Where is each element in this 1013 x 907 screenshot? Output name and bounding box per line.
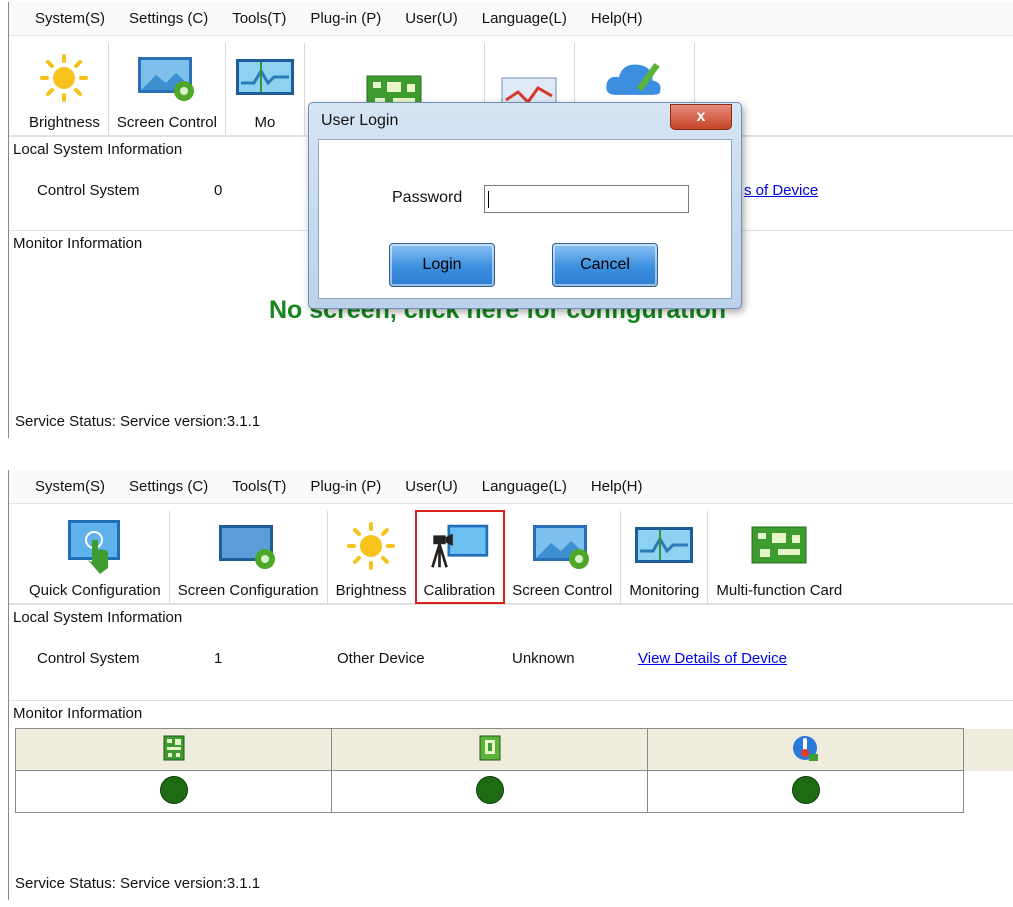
menu-plugin[interactable]: Plug-in (P) [298, 10, 393, 27]
control-system-value: 0 [214, 181, 223, 199]
control-system-row: Control System 1 Other Device Unknown Vi… [9, 638, 1013, 678]
screen-control-icon [531, 520, 593, 572]
screen-control-button[interactable]: Screen Control [504, 511, 622, 603]
monitoring-icon [633, 520, 695, 572]
status-ok-indicator [791, 775, 820, 804]
service-status: Service Status: Service version:3.1.1 [15, 875, 261, 892]
control-system-label: Control System [37, 649, 140, 667]
quick-configuration-icon [64, 520, 126, 574]
monitoring-button[interactable]: Monitoring [621, 511, 709, 603]
toolbar-label: Screen Control [512, 582, 613, 599]
bottom-app-window: System(S) Settings (C) Tools(T) Plug-in … [8, 470, 1013, 900]
toolbar-label: Brightness [335, 582, 407, 599]
control-system-value: 1 [214, 649, 223, 667]
toolbar-label: Multi-function Card [716, 582, 843, 599]
monitoring-button[interactable]: Mo [226, 43, 305, 135]
menu-language[interactable]: Language(L) [470, 478, 579, 495]
menu-user[interactable]: User(U) [393, 478, 470, 495]
user-login-dialog: User Login x Password Login Cancel [308, 102, 742, 309]
service-status: Service Status: Service version:3.1.1 [15, 413, 261, 430]
local-system-section: Local System Information Control System … [9, 604, 1013, 700]
status-ok-indicator [475, 775, 504, 804]
card-icon [163, 735, 184, 760]
calibration-camera-icon [428, 520, 490, 572]
menu-tools[interactable]: Tools(T) [220, 478, 298, 495]
dialog-body: Password Login Cancel [318, 139, 732, 299]
monitor-table [15, 728, 1013, 813]
menu-user[interactable]: User(U) [393, 10, 470, 27]
table-filler [963, 728, 1013, 771]
text-caret [488, 191, 489, 208]
menu-settings[interactable]: Settings (C) [117, 10, 220, 27]
toolbar: Quick Configuration Screen Configuration… [9, 504, 1013, 604]
menu-language[interactable]: Language(L) [470, 10, 579, 27]
cancel-button[interactable]: Cancel [552, 243, 658, 287]
close-icon[interactable]: x [670, 104, 732, 130]
password-label: Password [392, 189, 463, 206]
control-system-label: Control System [37, 181, 140, 199]
toolbar-label: Brightness [29, 114, 100, 131]
toolbar-label: Monitoring [629, 582, 700, 599]
menu-help[interactable]: Help(H) [579, 478, 655, 495]
toolbar-label: Mo [254, 114, 276, 131]
login-button[interactable]: Login [389, 243, 495, 287]
screen-configuration-icon [217, 520, 279, 572]
toolbar-label: Screen Configuration [177, 582, 319, 599]
other-device-label: Other Device [337, 649, 425, 667]
monitoring-icon [234, 52, 296, 104]
screen-control-button[interactable]: Screen Control [109, 43, 226, 135]
status-cell [15, 770, 332, 813]
other-device-value: Unknown [512, 649, 575, 667]
view-details-link[interactable]: View Details of Device [638, 650, 787, 667]
screen-configuration-button[interactable]: Screen Configuration [170, 511, 328, 603]
multi-function-card-button[interactable]: Multi-function Card [708, 511, 850, 603]
table-header-cell [331, 728, 648, 771]
brightness-button[interactable]: Brightness [328, 511, 416, 603]
status-cell [647, 770, 964, 813]
table-header-row [15, 728, 1013, 771]
menu-tools[interactable]: Tools(T) [220, 10, 298, 27]
table-row [15, 770, 1013, 813]
receiver-card-icon [479, 735, 500, 760]
menu-help[interactable]: Help(H) [579, 10, 655, 27]
menu-system[interactable]: System(S) [23, 10, 117, 27]
menu-bar: System(S) Settings (C) Tools(T) Plug-in … [9, 470, 1013, 504]
section-title: Monitor Information [13, 705, 143, 722]
toolbar-label: Screen Control [116, 114, 217, 131]
status-cell [331, 770, 648, 813]
cloud-monitoring-icon [603, 52, 665, 104]
brightness-button[interactable]: Brightness [21, 43, 109, 135]
menu-plugin[interactable]: Plug-in (P) [298, 478, 393, 495]
status-ok-indicator [159, 775, 188, 804]
sun-icon [33, 52, 95, 104]
menu-system[interactable]: System(S) [23, 478, 117, 495]
top-app-window: System(S) Settings (C) Tools(T) Plug-in … [8, 2, 1013, 438]
toolbar-label: Quick Configuration [29, 582, 161, 599]
quick-configuration-button[interactable]: Quick Configuration [21, 511, 170, 603]
multi-function-card-icon [748, 520, 810, 572]
calibration-button[interactable]: Calibration [414, 510, 506, 604]
screen-control-icon [136, 52, 198, 104]
section-title: Local System Information [13, 609, 183, 626]
menu-settings[interactable]: Settings (C) [117, 478, 220, 495]
table-header-cell [647, 728, 964, 771]
view-details-link[interactable]: s of Device [744, 182, 818, 199]
table-filler [963, 770, 1013, 813]
temperature-icon [792, 735, 818, 761]
sun-icon [340, 520, 402, 572]
table-header-cell [15, 728, 332, 771]
toolbar-label: Calibration [423, 582, 496, 599]
password-input[interactable] [484, 185, 689, 213]
menu-bar: System(S) Settings (C) Tools(T) Plug-in … [9, 2, 1013, 36]
